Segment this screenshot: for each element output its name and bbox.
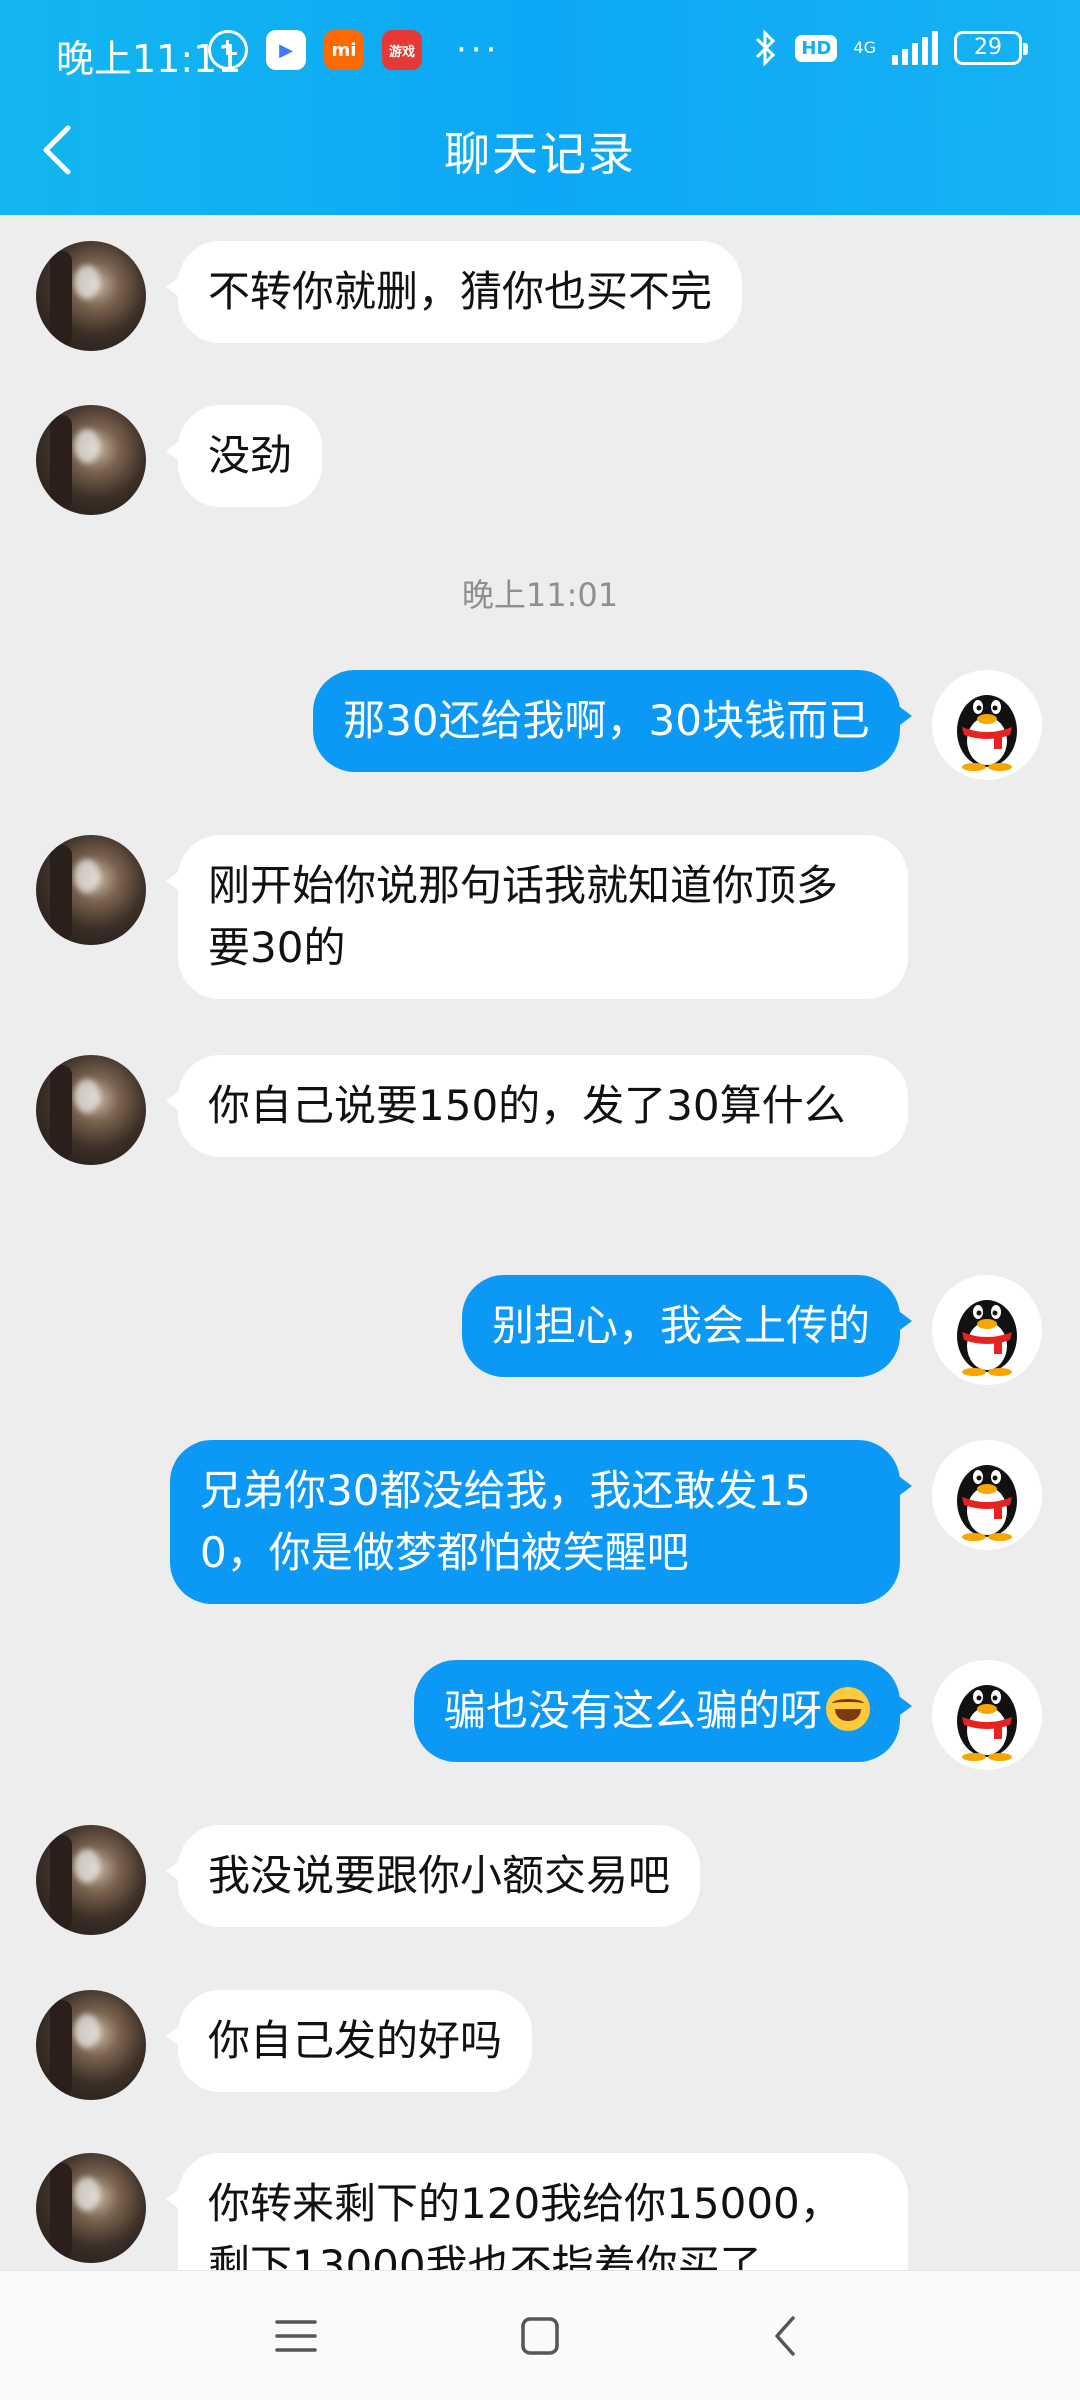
qq-penguin-icon bbox=[957, 1465, 1017, 1541]
bluetooth-icon bbox=[753, 28, 779, 68]
message-row-received: 刚开始你说那句话我就知道你顶多要30的 bbox=[0, 835, 1080, 999]
message-row-received: 我没说要跟你小额交易吧 bbox=[0, 1825, 1080, 1935]
network-type-icon: 4G bbox=[853, 40, 876, 56]
message-row-received: 你自己说要150的，发了30算什么 bbox=[0, 1055, 1080, 1165]
my-avatar[interactable] bbox=[932, 1440, 1042, 1550]
message-bubble-received[interactable]: 你自己发的好吗 bbox=[165, 1990, 533, 2092]
recent-apps-button[interactable] bbox=[261, 2306, 331, 2366]
message-bubble-sent[interactable]: 骗也没有这么骗的呀 bbox=[413, 1660, 913, 1762]
message-row-received: 不转你就删，猜你也买不完 bbox=[0, 241, 1080, 351]
message-timestamp: 晚上11:01 bbox=[461, 576, 619, 614]
my-avatar[interactable] bbox=[932, 670, 1042, 780]
qq-penguin-icon bbox=[957, 1685, 1017, 1761]
laughing-tears-emoji-icon bbox=[826, 1687, 870, 1731]
chevron-left-icon bbox=[775, 2316, 795, 2356]
message-row-received: 你自己发的好吗 bbox=[0, 1990, 1080, 2100]
message-bubble-sent[interactable]: 别担心，我会上传的 bbox=[461, 1275, 913, 1377]
message-row-received: 你转来剩下的120我给你15000，剩下13000我也不指着你买了 bbox=[0, 2153, 1080, 2270]
page-title: 聊天记录 bbox=[444, 127, 636, 181]
status-notification-icons: ▶ mi 游戏 ··· bbox=[208, 30, 500, 70]
message-text: 骗也没有这么骗的呀 bbox=[443, 1686, 822, 1735]
my-avatar[interactable] bbox=[932, 1275, 1042, 1385]
message-bubble-received[interactable]: 你转来剩下的120我给你15000，剩下13000我也不指着你买了 bbox=[166, 2153, 908, 2270]
status-right-icons: HD 4G 29 bbox=[753, 28, 1028, 68]
qq-penguin-icon bbox=[957, 695, 1017, 771]
my-avatar[interactable] bbox=[932, 1660, 1042, 1770]
home-button[interactable] bbox=[505, 2306, 575, 2366]
network-type-label: 4G bbox=[853, 38, 876, 57]
message-bubble-received[interactable]: 你自己说要150的，发了30算什么 bbox=[166, 1055, 908, 1157]
message-bubble-sent[interactable]: 兄弟你30都没给我，我还敢发150，你是做梦都怕被笑醒吧 bbox=[170, 1440, 912, 1604]
message-row-received: 没劲 bbox=[0, 405, 1080, 515]
video-app-icon: ▶ bbox=[266, 30, 306, 70]
mi-icon: mi bbox=[324, 30, 364, 70]
contact-avatar[interactable] bbox=[36, 1825, 146, 1935]
status-bar: 晚上11:11 ▶ mi 游戏 ··· HD 4G 29 bbox=[0, 0, 1080, 100]
game-app-icon: 游戏 bbox=[382, 30, 422, 70]
contact-avatar[interactable] bbox=[36, 405, 146, 515]
chat-history-screen: 晚上11:11 ▶ mi 游戏 ··· HD 4G 29 聊天记录 不转你就删，… bbox=[0, 0, 1080, 2400]
title-bar: 聊天记录 bbox=[0, 100, 1080, 215]
contact-avatar[interactable] bbox=[36, 1990, 146, 2100]
qq-penguin-icon bbox=[957, 1300, 1017, 1376]
contact-avatar[interactable] bbox=[36, 835, 146, 945]
message-bubble-received[interactable]: 刚开始你说那句话我就知道你顶多要30的 bbox=[166, 835, 908, 999]
message-bubble-received[interactable]: 不转你就删，猜你也买不完 bbox=[165, 241, 743, 343]
header: 晚上11:11 ▶ mi 游戏 ··· HD 4G 29 聊天记录 bbox=[0, 0, 1080, 215]
signal-strength-icon bbox=[892, 31, 938, 65]
alarm-icon bbox=[208, 30, 248, 70]
more-notifications-icon: ··· bbox=[456, 30, 501, 70]
menu-icon bbox=[275, 2320, 317, 2352]
square-home-icon bbox=[521, 2317, 559, 2355]
message-bubble-received[interactable]: 我没说要跟你小额交易吧 bbox=[165, 1825, 701, 1927]
hd-voice-icon: HD bbox=[795, 34, 838, 62]
message-bubble-received[interactable]: 没劲 bbox=[165, 405, 323, 507]
chat-message-list[interactable]: 不转你就删，猜你也买不完 没劲 晚上11:01 那30还给我啊，30块钱而已 刚… bbox=[0, 215, 1080, 2270]
system-back-button[interactable] bbox=[750, 2306, 820, 2366]
contact-avatar[interactable] bbox=[36, 2153, 146, 2263]
battery-icon: 29 bbox=[954, 31, 1028, 65]
contact-avatar[interactable] bbox=[36, 241, 146, 351]
message-bubble-sent[interactable]: 那30还给我啊，30块钱而已 bbox=[313, 670, 912, 772]
contact-avatar[interactable] bbox=[36, 1055, 146, 1165]
system-navigation-bar bbox=[0, 2270, 1080, 2400]
